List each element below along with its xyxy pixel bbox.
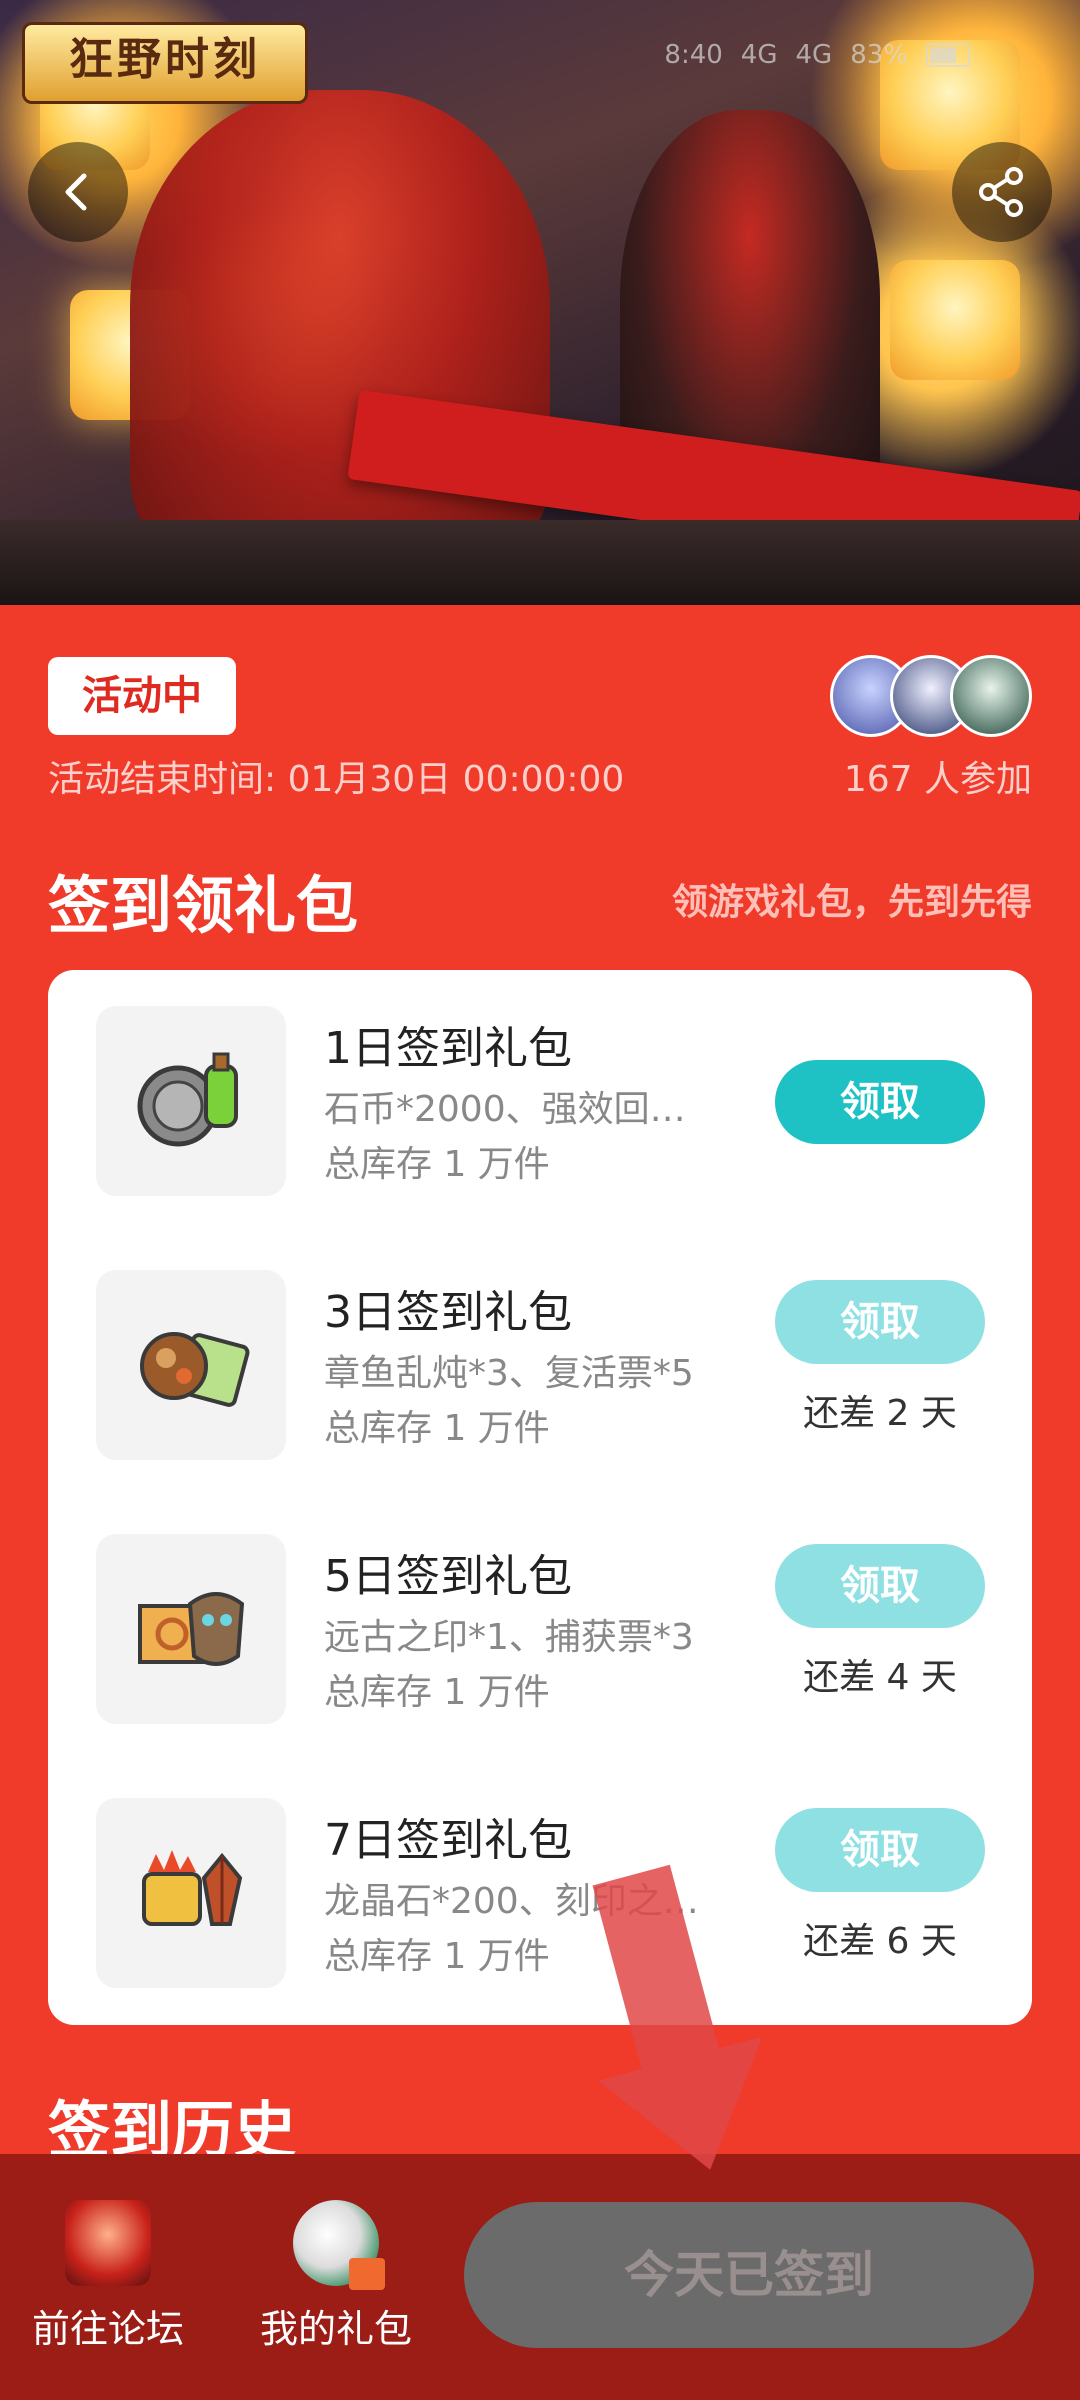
- claim-button[interactable]: 领取: [775, 1544, 985, 1628]
- gift-box-icon: [349, 2258, 385, 2290]
- battery-icon: [926, 43, 970, 67]
- arrow-down-icon: [592, 1864, 760, 2170]
- gift-box-icon: [293, 2200, 385, 2290]
- gift-items: 远古之印*1、捕获票*3: [324, 1617, 694, 1658]
- coin-potion-icon: [137, 1052, 238, 1147]
- participant-avatars[interactable]: [830, 655, 1032, 737]
- event-banner: 狂野时刻 8:40 4G 4G 83%: [0, 0, 1080, 605]
- forum-icon: [65, 2200, 151, 2286]
- signin-section-title: 签到领礼包: [48, 869, 359, 942]
- clock-text: 8:40: [664, 40, 723, 70]
- gift-thumbnail: [96, 1534, 286, 1724]
- game-logo: 狂野时刻: [22, 22, 308, 104]
- my-gifts-button[interactable]: 我的礼包: [246, 2200, 426, 2353]
- battery-percent: 83%: [850, 40, 908, 70]
- ledge-decoration: [0, 520, 1080, 605]
- end-time-text: 活动结束时间: 01月30日 00:00:00: [48, 759, 625, 800]
- claim-button[interactable]: 领取: [775, 1060, 985, 1144]
- gift-items: 章鱼乱炖*3、复活票*5: [324, 1353, 694, 1394]
- gift-thumbnail: [96, 1270, 286, 1460]
- avatar: [950, 655, 1032, 737]
- lantern-decoration: [890, 260, 1020, 380]
- bottom-action-bar: 前往论坛 我的礼包 今天已签到: [0, 2154, 1080, 2400]
- gift-items: 石币*2000、强效回…: [324, 1089, 686, 1130]
- gift-name: 3日签到礼包: [324, 1287, 572, 1338]
- gift-stock: 总库存 1 万件: [324, 1408, 550, 1449]
- days-remaining: 还差 4 天: [803, 1657, 957, 1698]
- gift-item: 3日签到礼包 章鱼乱炖*3、复活票*5 总库存 1 万件 领取 还差 2 天: [48, 1234, 1032, 1498]
- gift-list-card: 1日签到礼包 石币*2000、强效回… 总库存 1 万件 领取 3日签到礼包 章…: [48, 970, 1032, 2025]
- participant-count: 167 人参加: [843, 759, 1032, 800]
- signin-hint: 领游戏礼包，先到先得: [671, 882, 1032, 923]
- forum-button[interactable]: 前往论坛: [18, 2200, 198, 2353]
- my-gifts-label: 我的礼包: [259, 2307, 412, 2351]
- claim-button[interactable]: 领取: [775, 1280, 985, 1364]
- crystal-icon: [142, 1850, 243, 1926]
- gift-name: 5日签到礼包: [324, 1551, 572, 1602]
- status-bar: 8:40 4G 4G 83%: [664, 40, 970, 70]
- gift-item: 1日签到礼包 石币*2000、强效回… 总库存 1 万件 领取: [48, 970, 1032, 1234]
- seal-mask-icon: [138, 1592, 245, 1666]
- days-remaining: 还差 6 天: [803, 1921, 957, 1962]
- gift-item: 5日签到礼包 远古之印*1、捕获票*3 总库存 1 万件 领取 还差 4 天: [48, 1498, 1032, 1762]
- checked-in-button[interactable]: 今天已签到: [464, 2202, 1034, 2348]
- claim-button[interactable]: 领取: [775, 1808, 985, 1892]
- gift-item: 7日签到礼包 龙晶石*200、刻印之… 总库存 1 万件 领取 还差 6 天: [48, 1762, 1032, 2026]
- gift-stock: 总库存 1 万件: [324, 1672, 550, 1713]
- chevron-left-icon: [65, 173, 87, 211]
- back-button[interactable]: [28, 142, 128, 242]
- share-button[interactable]: [952, 142, 1052, 242]
- gift-thumbnail: [96, 1798, 286, 1988]
- food-ticket-icon: [140, 1332, 250, 1407]
- gift-stock: 总库存 1 万件: [324, 1936, 550, 1977]
- forum-label: 前往论坛: [31, 2307, 184, 2351]
- days-remaining: 还差 2 天: [803, 1393, 957, 1434]
- status-badge: 活动中: [48, 657, 236, 735]
- gift-stock: 总库存 1 万件: [324, 1144, 550, 1185]
- gift-name: 7日签到礼包: [324, 1815, 572, 1866]
- network-indicator: 4G: [740, 40, 778, 70]
- share-icon: [979, 167, 1023, 217]
- gift-name: 1日签到礼包: [324, 1023, 572, 1074]
- gift-thumbnail: [96, 1006, 286, 1196]
- network-indicator: 4G: [795, 40, 833, 70]
